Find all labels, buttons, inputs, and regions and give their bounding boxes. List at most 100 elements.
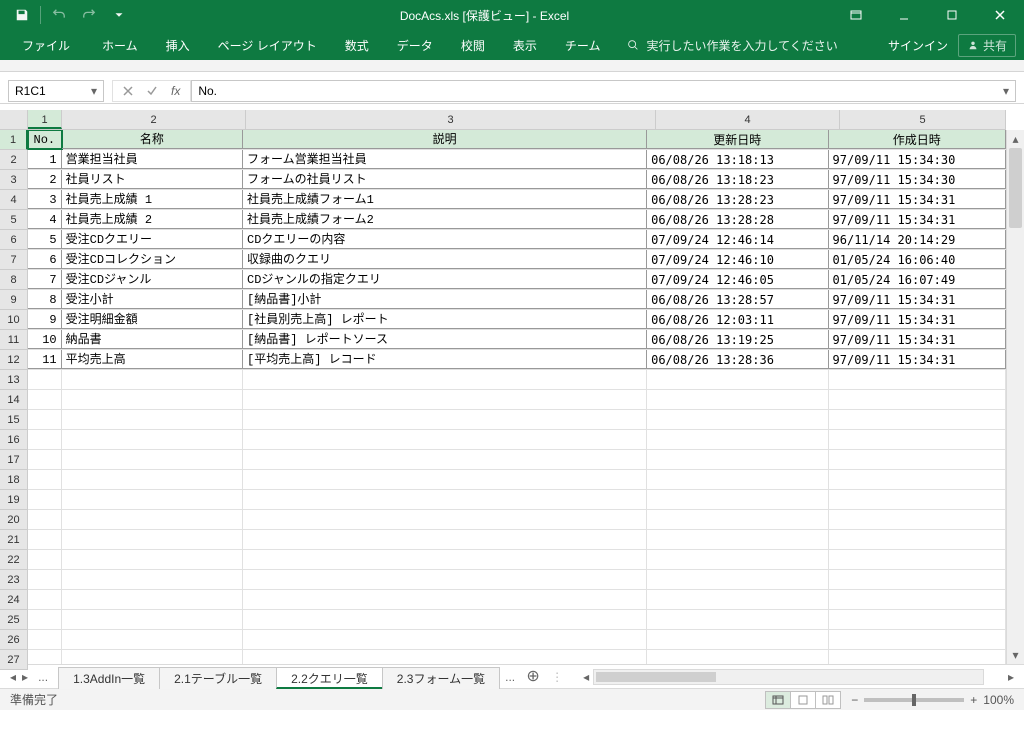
cancel-formula-button[interactable] [117,81,139,101]
cell[interactable]: 97/09/11 15:34:31 [829,330,1006,349]
undo-button[interactable] [45,2,73,28]
cell[interactable] [829,570,1006,589]
cell[interactable]: [平均売上高] レコード [243,350,647,369]
cell[interactable] [28,490,62,509]
cell[interactable]: 10 [28,330,62,349]
sheet-overflow-left[interactable]: ... [32,670,54,684]
tab-formulas[interactable]: 数式 [331,30,383,60]
qat-customize-button[interactable] [105,2,133,28]
cell[interactable] [62,530,243,549]
minimize-button[interactable] [884,2,924,28]
cell[interactable] [829,630,1006,649]
cell[interactable] [28,550,62,569]
cell[interactable] [28,650,62,664]
cell[interactable]: No. [28,130,62,149]
cell[interactable]: 97/09/11 15:34:31 [829,210,1006,229]
cell[interactable]: 01/05/24 16:07:49 [829,270,1006,289]
cell[interactable] [28,410,62,429]
horizontal-scrollbar[interactable] [593,669,984,685]
row-header[interactable]: 9 [0,290,28,310]
cell[interactable]: 3 [28,190,62,209]
cell[interactable] [243,590,647,609]
tab-review[interactable]: 校閲 [447,30,499,60]
cell[interactable] [647,630,828,649]
row-header[interactable]: 23 [0,570,28,590]
cell[interactable]: 97/09/11 15:34:30 [829,170,1006,189]
save-button[interactable] [8,2,36,28]
column-header[interactable]: 5 [840,110,1006,129]
scroll-up-button[interactable]: ▴ [1007,130,1024,148]
row-header[interactable]: 10 [0,310,28,330]
cell[interactable] [62,430,243,449]
redo-button[interactable] [75,2,103,28]
tell-me-search[interactable]: 実行したい作業を入力してください [626,37,837,54]
scroll-thumb[interactable] [1009,148,1022,228]
cell[interactable] [647,450,828,469]
cell[interactable] [647,390,828,409]
cell[interactable]: 06/08/26 13:18:13 [647,150,828,169]
cell[interactable] [243,650,647,664]
cell[interactable] [62,370,243,389]
cell[interactable] [243,550,647,569]
row-header[interactable]: 22 [0,550,28,570]
cell[interactable] [28,450,62,469]
sheet-tab[interactable]: 2.3フォーム一覧 [382,667,500,689]
sheet-tab-active[interactable]: 2.2クエリ一覧 [276,667,383,689]
cell[interactable] [243,490,647,509]
tab-file[interactable]: ファイル [8,30,84,60]
cell[interactable]: 作成日時 [829,130,1006,149]
cell[interactable]: 06/08/26 13:18:23 [647,170,828,189]
cell[interactable]: 5 [28,230,62,249]
row-header[interactable]: 5 [0,210,28,230]
cell[interactable]: CDジャンルの指定クエリ [243,270,647,289]
row-header[interactable]: 21 [0,530,28,550]
cell[interactable] [243,390,647,409]
cell[interactable] [647,570,828,589]
cell[interactable] [28,570,62,589]
cell[interactable] [829,590,1006,609]
cell[interactable]: 6 [28,250,62,269]
cell[interactable] [647,470,828,489]
cell[interactable] [829,390,1006,409]
cell[interactable] [647,430,828,449]
cell[interactable] [62,410,243,429]
column-header[interactable]: 1 [28,110,62,129]
close-button[interactable] [980,2,1020,28]
row-header[interactable]: 20 [0,510,28,530]
cell[interactable] [243,450,647,469]
cell[interactable]: 名称 [62,130,243,149]
cell[interactable]: 2 [28,170,62,189]
vertical-scrollbar[interactable]: ▴ ▾ [1006,130,1024,664]
cell[interactable] [647,510,828,529]
cell[interactable]: 97/09/11 15:34:31 [829,350,1006,369]
tab-view[interactable]: 表示 [499,30,551,60]
cell[interactable] [62,450,243,469]
cell[interactable] [243,410,647,429]
cell[interactable] [829,610,1006,629]
tab-data[interactable]: データ [383,30,447,60]
cell[interactable]: 4 [28,210,62,229]
cell[interactable] [647,650,828,664]
cell[interactable] [647,530,828,549]
cell[interactable] [243,430,647,449]
cell[interactable]: 受注小計 [62,290,243,309]
zoom-in-button[interactable]: + [970,693,977,707]
row-header[interactable]: 8 [0,270,28,290]
cell[interactable] [28,590,62,609]
cell[interactable] [829,530,1006,549]
cell[interactable]: 11 [28,350,62,369]
tab-team[interactable]: チーム [551,30,615,60]
cell[interactable] [829,490,1006,509]
sheet-overflow-right[interactable]: ... [499,670,521,684]
cell[interactable] [829,650,1006,664]
cell[interactable] [243,570,647,589]
cell[interactable]: [納品書]小計 [243,290,647,309]
cell[interactable]: 受注CDジャンル [62,270,243,289]
cells-area[interactable]: No.名称説明更新日時作成日時1営業担当社員フォーム営業担当社員06/08/26… [28,130,1006,664]
row-header[interactable]: 11 [0,330,28,350]
cell[interactable] [28,370,62,389]
cell[interactable] [829,430,1006,449]
cell[interactable] [829,410,1006,429]
cell[interactable]: 96/11/14 20:14:29 [829,230,1006,249]
cell[interactable] [829,470,1006,489]
